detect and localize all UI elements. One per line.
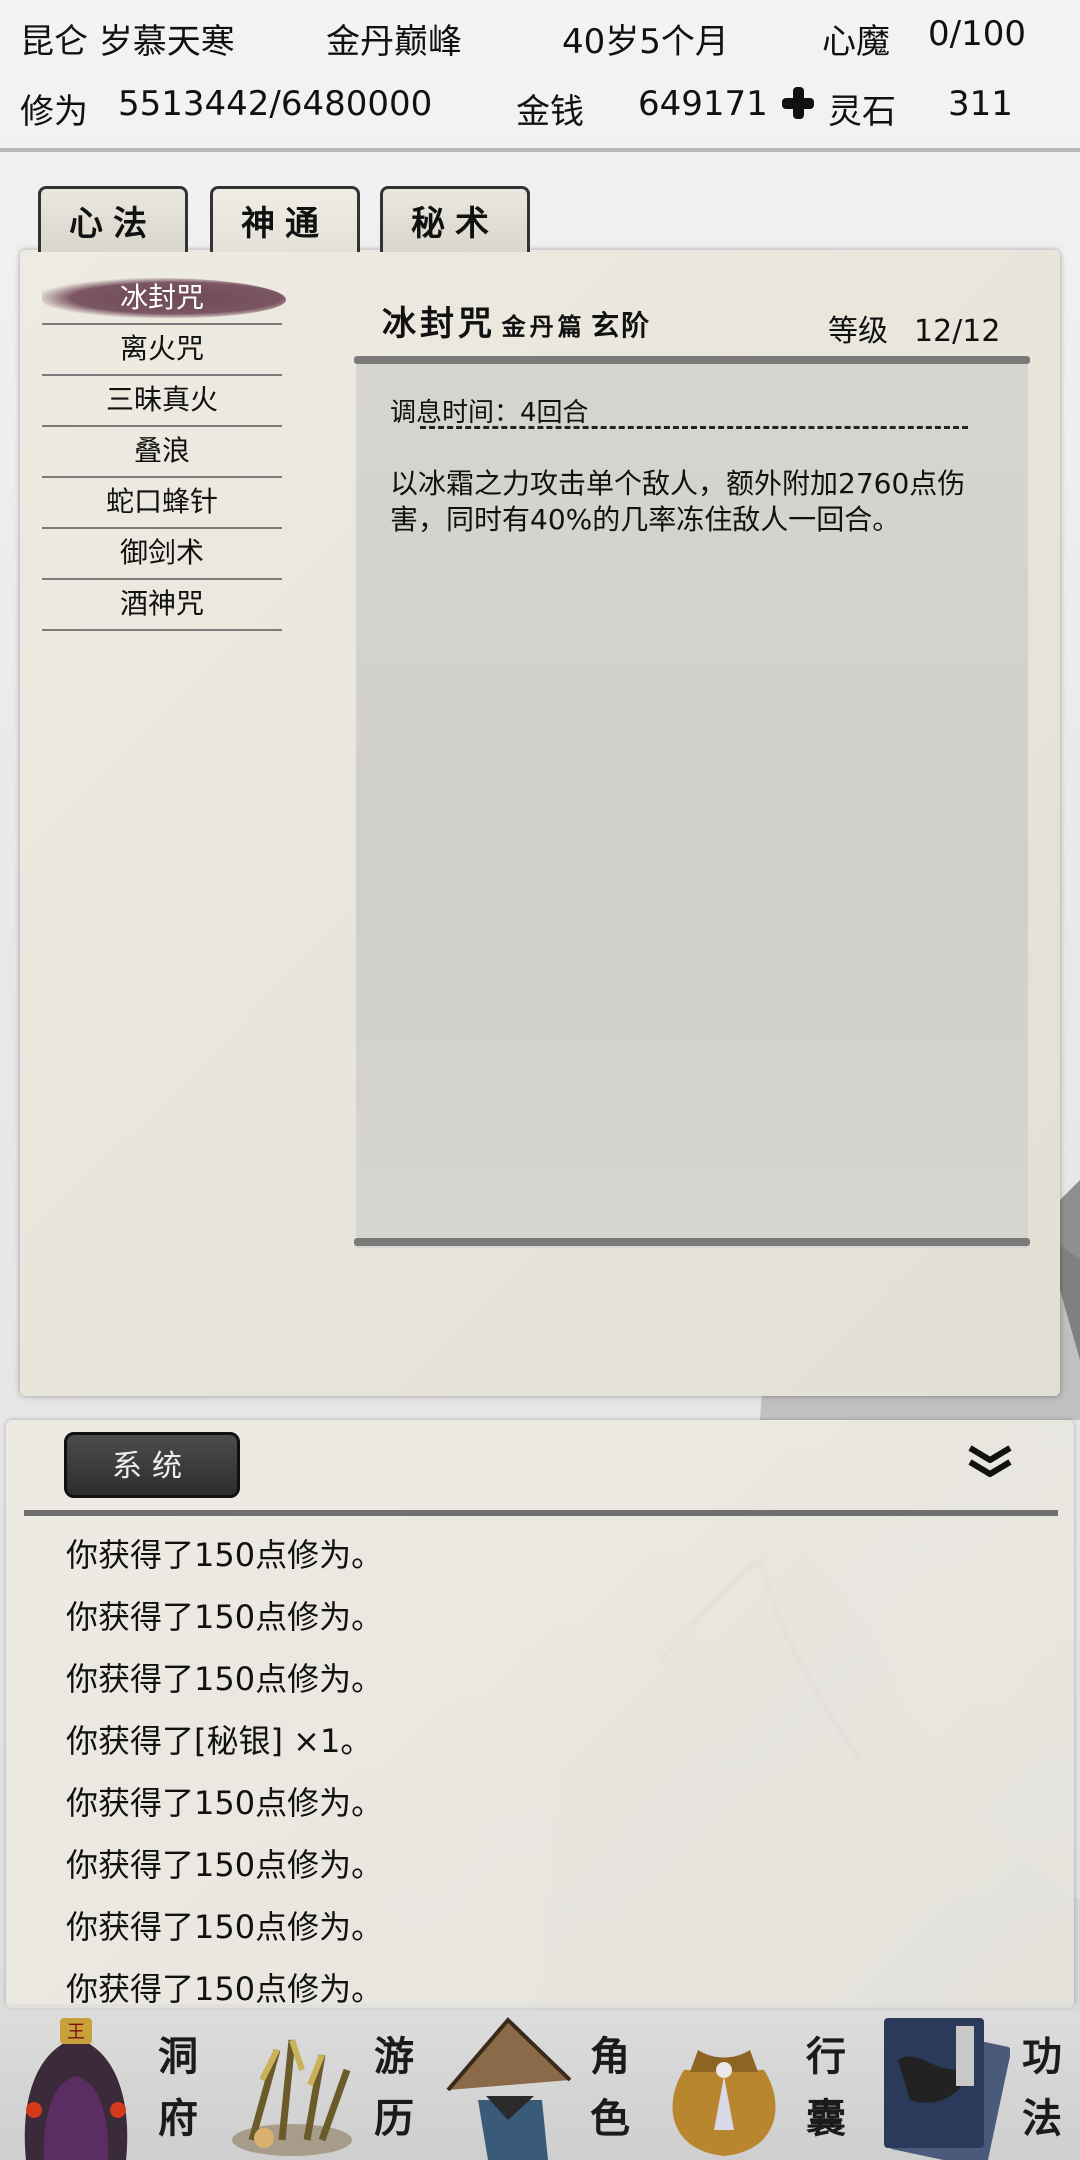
skill-item-yujianshu[interactable]: 御剑术 xyxy=(42,529,282,580)
status-row-1: 昆仑 岁慕天寒 金丹巅峰 40岁5个月 心魔 0/100 xyxy=(0,0,1080,70)
skill-item-label: 离火咒 xyxy=(119,332,204,365)
spirit-stone-icon xyxy=(780,84,816,124)
money-value: 649171 xyxy=(638,84,768,124)
nav-label-top: 洞 xyxy=(158,2033,198,2080)
log-entry: 你获得了150点修为。 xyxy=(66,1846,384,1884)
spirit-stone-label: 灵石 xyxy=(828,92,896,132)
status-row-2: 修为 5513442/6480000 金钱 649171 灵石 311 xyxy=(0,70,1080,140)
book-icon xyxy=(884,2018,1010,2160)
cave-icon: 王 xyxy=(24,2018,128,2160)
skill-item-label: 御剑术 xyxy=(119,536,204,569)
tab-xinfa[interactable]: 心法 xyxy=(38,186,188,252)
heart-demon-label: 心魔 xyxy=(822,22,890,62)
nav-juese[interactable]: 角 色 xyxy=(432,2004,648,2160)
travel-icon xyxy=(232,2039,352,2156)
skill-list: 冰封咒 离火咒 三昧真火 叠浪 蛇口蜂针 御剑术 酒神咒 xyxy=(42,274,286,631)
status-header: 昆仑 岁慕天寒 金丹巅峰 40岁5个月 心魔 0/100 修为 5513442/… xyxy=(0,0,1080,146)
dashed-divider xyxy=(420,426,968,433)
collapse-chevron-icon[interactable] xyxy=(966,1442,1014,1482)
bottom-nav: 王 洞 府 游 历 角 色 行 囊 功 法 xyxy=(0,2004,1080,2160)
header-divider xyxy=(0,148,1080,152)
skill-item-dielang[interactable]: 叠浪 xyxy=(42,427,282,478)
cultivation-label: 修为 xyxy=(20,92,88,132)
bag-icon xyxy=(672,2050,776,2156)
svg-text:王: 王 xyxy=(67,2022,85,2043)
log-entry: 你获得了150点修为。 xyxy=(66,1908,384,1946)
realm-text: 金丹巅峰 xyxy=(326,22,462,62)
nav-label-bottom: 囊 xyxy=(806,2095,846,2142)
skill-item-jiushenzhou[interactable]: 酒神咒 xyxy=(42,580,282,631)
system-log-panel: 系统 你获得了150点修为。 你获得了150点修为。 你获得了150点修为。 你… xyxy=(6,1420,1074,2008)
skill-item-bingfengzhou[interactable]: 冰封咒 xyxy=(42,274,286,325)
skill-item-label: 三昧真火 xyxy=(105,383,218,416)
description-bottom-rule xyxy=(354,1238,1030,1246)
nav-label-top: 行 xyxy=(806,2033,846,2080)
description-top-rule xyxy=(354,356,1030,364)
age-text: 40岁5个月 xyxy=(562,22,729,62)
log-entry: 你获得了150点修为。 xyxy=(66,1784,384,1822)
tab-system-log[interactable]: 系统 xyxy=(64,1432,240,1498)
log-entry: 你获得了[秘银] ×1。 xyxy=(66,1722,373,1760)
skill-panel: 冰封咒 离火咒 三昧真火 叠浪 蛇口蜂针 御剑术 酒神咒 冰封咒 金丹篇 玄阶 … xyxy=(20,250,1060,1396)
skill-item-lihuozhou[interactable]: 离火咒 xyxy=(42,325,282,376)
skill-description: 以冰霜之力攻击单个敌人，额外附加2760点伤害，同时有40%的几率冻住敌人一回合… xyxy=(390,467,966,536)
skill-grade: 玄阶 xyxy=(591,309,652,342)
nav-label-top: 游 xyxy=(374,2033,414,2080)
skill-detail-title: 冰封咒 金丹篇 玄阶 xyxy=(382,296,651,345)
character-icon xyxy=(446,2017,572,2160)
cultivation-value: 5513442/6480000 xyxy=(118,84,433,124)
nav-label-bottom: 历 xyxy=(374,2095,414,2142)
skill-name: 冰封咒 xyxy=(382,304,496,344)
log-list: 你获得了150点修为。 你获得了150点修为。 你获得了150点修为。 你获得了… xyxy=(66,1524,383,2020)
skill-item-label: 叠浪 xyxy=(133,434,190,467)
log-entry: 你获得了150点修为。 xyxy=(66,1598,384,1636)
skill-item-label: 酒神咒 xyxy=(119,587,204,620)
level-label: 等级 xyxy=(828,314,888,349)
nav-xingnang[interactable]: 行 囊 xyxy=(648,2004,864,2160)
tab-shentong[interactable]: 神通 xyxy=(210,186,360,252)
log-entry: 你获得了150点修为。 xyxy=(66,1536,384,1574)
log-divider xyxy=(24,1510,1058,1516)
skill-cooldown: 调息时间：4回合 xyxy=(390,398,589,428)
nav-gongfa[interactable]: 功 法 xyxy=(864,2004,1080,2160)
skill-item-shekoufengzhen[interactable]: 蛇口蜂针 xyxy=(42,478,282,529)
skill-item-label: 冰封咒 xyxy=(119,281,204,314)
nav-label-bottom: 府 xyxy=(158,2095,198,2142)
skill-item-label: 蛇口蜂针 xyxy=(105,485,218,518)
nav-dongfu[interactable]: 王 洞 府 xyxy=(0,2004,216,2160)
nav-label-bottom: 色 xyxy=(590,2095,630,2142)
spirit-stone-value: 311 xyxy=(948,84,1013,124)
nav-label-top: 角 xyxy=(590,2033,630,2080)
skill-level: 等级 12/12 xyxy=(828,306,1000,350)
location-text: 昆仑 岁慕天寒 xyxy=(20,22,235,62)
nav-youli[interactable]: 游 历 xyxy=(216,2004,432,2160)
skill-item-sanmeizhenhuo[interactable]: 三昧真火 xyxy=(42,376,282,427)
level-value: 12/12 xyxy=(914,314,1001,349)
heart-demon-value: 0/100 xyxy=(928,14,1026,54)
nav-label-bottom: 法 xyxy=(1022,2095,1062,2142)
log-entry: 你获得了150点修为。 xyxy=(66,1660,384,1698)
nav-label-top: 功 xyxy=(1022,2033,1062,2080)
skill-book: 金丹篇 xyxy=(501,312,586,341)
money-label: 金钱 xyxy=(516,92,584,132)
tab-mishu[interactable]: 秘术 xyxy=(380,186,530,252)
